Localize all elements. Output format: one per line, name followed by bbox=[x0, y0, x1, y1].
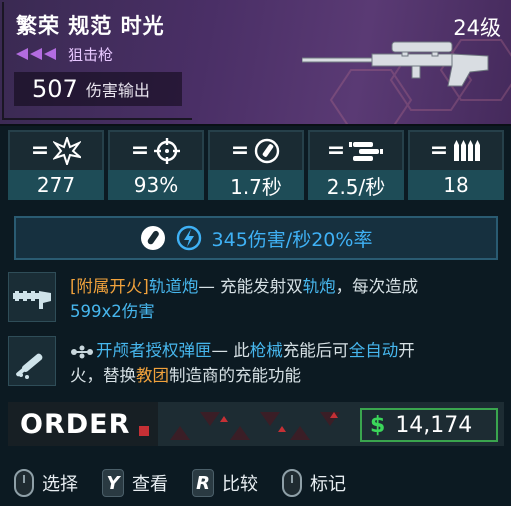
control-inspect[interactable]: Y 查看 bbox=[102, 469, 168, 497]
equal-icon: = bbox=[30, 138, 50, 163]
perk-railgun-text: [附属开火]轨道炮— 充能发射双轨炮，每次造成 599x2伤害 bbox=[70, 277, 419, 321]
control-compare[interactable]: R 比较 bbox=[192, 469, 258, 497]
currency-icon: $ bbox=[370, 412, 386, 438]
perk-railgun: [附属开火]轨道炮— 充能发射双轨炮，每次造成 599x2伤害 bbox=[8, 272, 504, 328]
control-hints: 选择 Y 查看 R 比较 标记 bbox=[14, 468, 504, 498]
magazine-icon bbox=[454, 140, 481, 161]
dps-text: 345伤害/秒20%率 bbox=[211, 228, 373, 251]
key-y-icon: Y bbox=[102, 469, 124, 497]
key-r-icon: R bbox=[192, 469, 214, 497]
damage-value: 507 bbox=[32, 75, 78, 103]
weapon-type: 狙击枪 bbox=[68, 45, 114, 64]
damage-label: 伤害输出 bbox=[85, 81, 150, 100]
stat-accuracy: = 93% bbox=[108, 130, 204, 206]
stat-reload-value: 1.7秒 bbox=[208, 170, 304, 200]
price-box: $ 14,174 bbox=[360, 408, 498, 442]
stat-magazine-value: 18 bbox=[408, 170, 504, 200]
control-select[interactable]: 选择 bbox=[14, 469, 78, 497]
perk-skullbreaker-text: 开颅者授权弹匣— 此枪械充能后可全自动开 火，替换教团制造商的充能功能 bbox=[70, 341, 415, 385]
stat-magazine: = 18 bbox=[408, 130, 504, 206]
item-type-row: 狙击枪 bbox=[16, 44, 113, 64]
control-mark[interactable]: 标记 bbox=[282, 469, 346, 497]
dps-bar: 345伤害/秒20%率 bbox=[14, 216, 498, 260]
equal-icon: = bbox=[230, 138, 250, 163]
stats-row: = 277 = 93% = 1.7秒 = 2.5/秒 = 18 bbox=[8, 130, 504, 206]
logo-accent bbox=[139, 426, 149, 436]
fire-rate-icon bbox=[349, 142, 384, 161]
price-amount: 14,174 bbox=[395, 412, 473, 438]
damage-output: 507 伤害输出 bbox=[14, 72, 182, 106]
electric-element-icon bbox=[176, 225, 201, 251]
mouse-left-icon bbox=[14, 469, 34, 497]
triangle-pattern-decoration bbox=[170, 412, 340, 440]
manufacturer-logo: ORDER bbox=[20, 409, 131, 440]
sniper-rifle-icon bbox=[302, 41, 489, 87]
equal-icon: = bbox=[429, 138, 449, 163]
skill-tree-icon bbox=[71, 345, 93, 358]
ammo-mod-icon bbox=[16, 353, 43, 379]
manufacturer-price-bar: ORDER $ 14,174 bbox=[8, 402, 504, 446]
stat-fire-rate-value: 2.5/秒 bbox=[308, 170, 404, 200]
perk-skullbreaker: 开颅者授权弹匣— 此枪械充能后可全自动开 火，替换教团制造商的充能功能 bbox=[8, 336, 504, 392]
crosshair-accuracy-icon bbox=[154, 138, 181, 164]
stat-damage-value: 277 bbox=[8, 170, 104, 200]
stat-reload: = 1.7秒 bbox=[208, 130, 304, 206]
bullet-type-icon bbox=[140, 226, 165, 250]
perk-icon-box bbox=[8, 272, 56, 322]
item-card-header: 繁荣 规范 时光 24级 狙击枪 507 伤害输出 bbox=[0, 0, 511, 126]
stat-damage: = 277 bbox=[8, 130, 104, 206]
rarity-icon bbox=[16, 48, 56, 60]
stat-accuracy-value: 93% bbox=[108, 170, 204, 200]
mouse-right-icon bbox=[282, 469, 302, 497]
burst-damage-icon bbox=[53, 137, 82, 165]
item-name: 繁荣 规范 时光 bbox=[16, 14, 165, 38]
equal-icon: = bbox=[130, 138, 150, 163]
reload-time-icon bbox=[255, 138, 280, 164]
stat-fire-rate: = 2.5/秒 bbox=[308, 130, 404, 206]
railgun-icon bbox=[13, 291, 51, 309]
equal-icon: = bbox=[326, 138, 346, 163]
perk-icon-box bbox=[8, 336, 56, 386]
